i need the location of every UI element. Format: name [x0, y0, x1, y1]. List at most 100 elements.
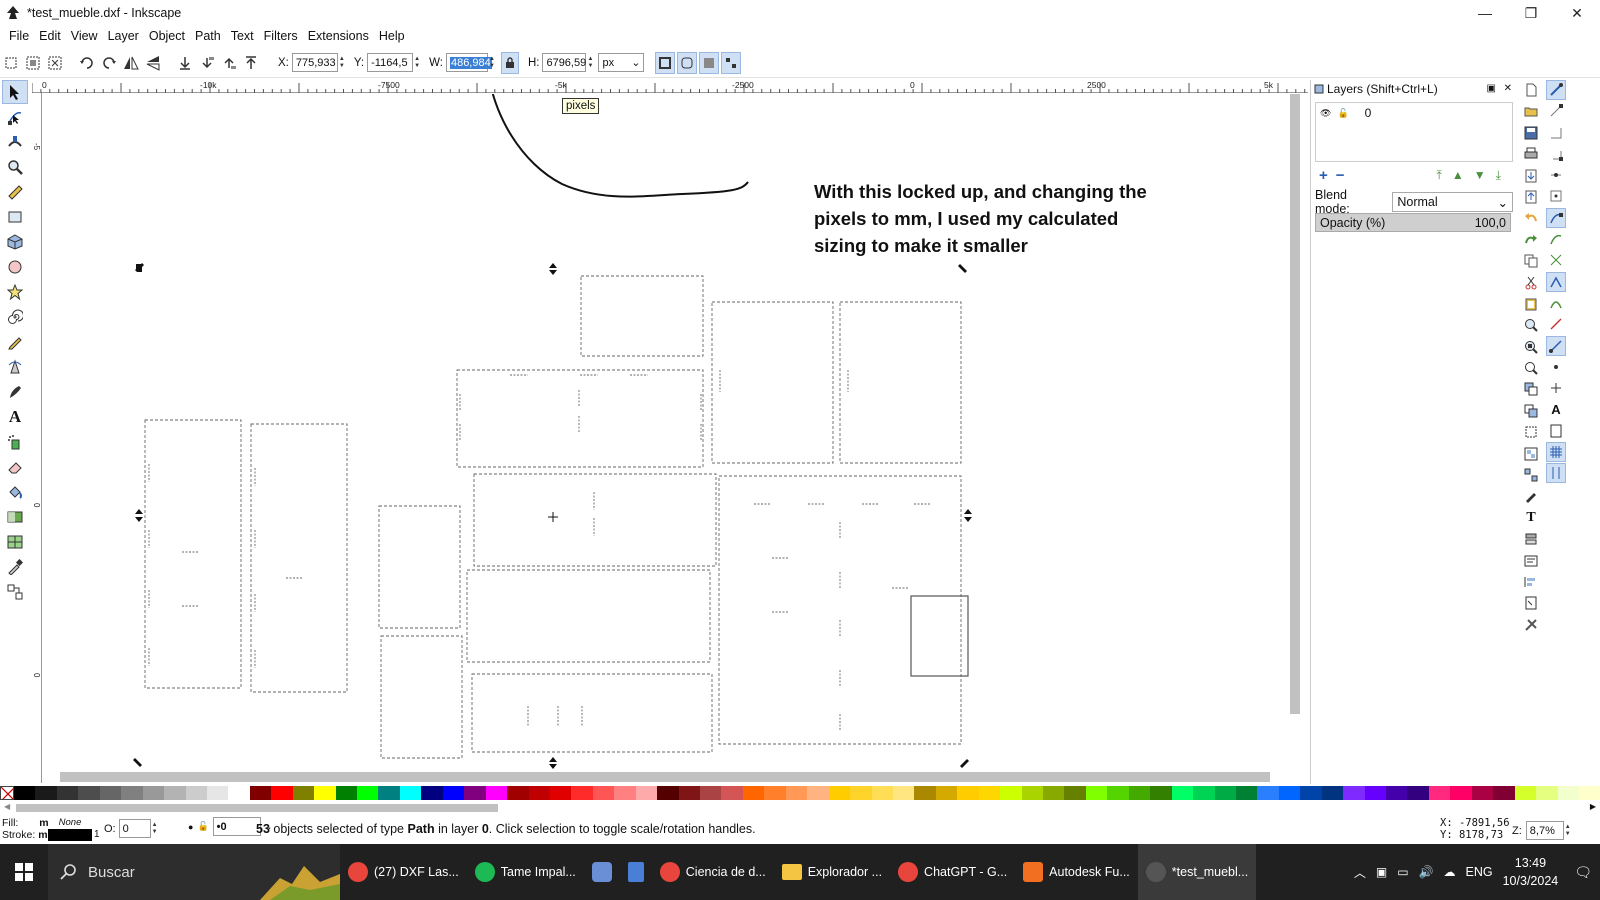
select-all-layers-icon[interactable] — [23, 53, 43, 73]
restore-button[interactable]: ❐ — [1508, 0, 1554, 26]
palette-swatch[interactable] — [635, 786, 658, 800]
menu-layer[interactable]: Layer — [103, 29, 144, 43]
height-field[interactable]: 6796,59 — [542, 53, 587, 72]
palette-swatch[interactable] — [957, 786, 979, 800]
palette-swatch[interactable] — [185, 786, 207, 800]
palette-swatch[interactable] — [807, 786, 829, 800]
menu-extensions[interactable]: Extensions — [303, 29, 374, 43]
scroll-thumb[interactable] — [1290, 94, 1300, 714]
palette-swatch[interactable] — [742, 786, 765, 800]
x-field[interactable]: 775,933 — [291, 53, 338, 72]
stroke-width-value[interactable]: 1 — [94, 829, 100, 840]
palette-swatch[interactable] — [614, 786, 636, 800]
deselect-icon[interactable] — [45, 53, 65, 73]
palette-swatch[interactable] — [1257, 786, 1279, 800]
palette-swatch[interactable] — [206, 786, 229, 800]
part-panel[interactable] — [466, 569, 711, 663]
height-spinner[interactable]: ▲ ▼ — [587, 53, 596, 72]
scroll-thumb[interactable] — [60, 772, 1270, 782]
copy-icon[interactable] — [1521, 251, 1541, 271]
open-file-icon[interactable] — [1521, 101, 1541, 121]
snap-bbox-center-icon[interactable] — [1546, 186, 1566, 206]
3d-box-tool[interactable] — [2, 230, 28, 254]
part-panel[interactable] — [718, 475, 962, 745]
part-panel[interactable] — [378, 505, 461, 629]
import-icon[interactable] — [1521, 166, 1541, 186]
eraser-tool[interactable] — [2, 455, 28, 479]
palette-swatch[interactable] — [1300, 786, 1322, 800]
palette-swatch[interactable] — [1407, 786, 1429, 800]
duplicate-icon[interactable] — [1521, 379, 1541, 399]
palette-swatch[interactable] — [1193, 786, 1215, 800]
palette-swatch[interactable] — [1514, 786, 1537, 800]
document-properties-icon[interactable] — [1521, 593, 1541, 613]
eye-icon[interactable]: 👁 — [1320, 108, 1331, 119]
raise-to-top-icon[interactable] — [241, 53, 261, 73]
palette-swatch[interactable] — [1493, 786, 1515, 800]
taskbar-app-spotify[interactable]: Tame Impal... — [467, 844, 584, 900]
flip-horizontal-icon[interactable] — [121, 53, 141, 73]
palette-swatch[interactable] — [1128, 786, 1151, 800]
menu-help[interactable]: Help — [374, 29, 410, 43]
preferences-icon[interactable] — [1521, 615, 1541, 635]
text-tool[interactable]: A — [2, 405, 28, 429]
layer-name[interactable]: 0 — [1365, 106, 1372, 120]
zoom-selection-icon[interactable] — [1521, 315, 1541, 335]
layer-to-top-icon[interactable]: ⤒ — [1437, 168, 1442, 183]
part-panel[interactable] — [456, 369, 704, 468]
onedrive-icon[interactable]: ☁ — [1444, 865, 1456, 879]
snap-nodes-icon[interactable] — [1546, 207, 1566, 228]
palette-swatch[interactable] — [657, 786, 679, 800]
spray-tool[interactable] — [2, 430, 28, 454]
palette-swatch[interactable] — [1150, 786, 1172, 800]
battery-icon[interactable]: ▭ — [1397, 865, 1408, 879]
palette-swatch[interactable] — [1107, 786, 1129, 800]
palette-swatch[interactable] — [142, 786, 165, 800]
zoom-page-icon[interactable] — [1521, 358, 1541, 378]
scale-handle[interactable] — [135, 509, 143, 522]
snap-toggle-icon[interactable] — [1546, 80, 1566, 100]
palette-swatch[interactable] — [978, 786, 1001, 800]
raise-icon[interactable] — [219, 53, 239, 73]
snap-bbox-icon[interactable] — [1546, 101, 1566, 121]
palette-swatch[interactable] — [1321, 786, 1344, 800]
x-spinner[interactable]: ▲ ▼ — [339, 53, 348, 72]
move-gradients-toggle[interactable] — [699, 51, 720, 74]
rotate-cw-icon[interactable] — [99, 53, 119, 73]
scale-corners-toggle[interactable] — [677, 51, 698, 74]
canvas-horizontal-scrollbar[interactable] — [42, 770, 1304, 784]
palette-swatch[interactable] — [228, 786, 250, 800]
select-all-icon[interactable] — [1, 53, 21, 73]
palette-swatch[interactable] — [785, 786, 808, 800]
palette-swatch[interactable] — [121, 786, 143, 800]
taskbar-search[interactable]: Buscar — [48, 844, 340, 900]
taskbar-app-explorer[interactable]: Explorador ... — [774, 844, 890, 900]
xml-editor-icon[interactable] — [1521, 551, 1541, 571]
palette-swatch[interactable] — [14, 786, 36, 800]
palette-swatch[interactable] — [271, 786, 293, 800]
snap-bbox-corner-icon[interactable] — [1546, 144, 1566, 164]
volume-icon[interactable]: 🔊 — [1419, 865, 1434, 879]
group-icon[interactable] — [1521, 444, 1541, 464]
lock-proportions-button[interactable] — [500, 51, 519, 74]
palette-swatch[interactable] — [1536, 786, 1558, 800]
remove-layer-icon[interactable]: − — [1336, 167, 1345, 184]
spiral-tool[interactable] — [2, 305, 28, 329]
opacity-slider[interactable]: Opacity (%) 100,0 — [1315, 213, 1511, 232]
save-icon[interactable] — [1521, 123, 1541, 143]
ellipse-tool[interactable] — [2, 255, 28, 279]
palette-swatch[interactable] — [99, 786, 122, 800]
connector-tool[interactable] — [2, 580, 28, 604]
scale-handle[interactable] — [549, 757, 557, 769]
rotate-ccw-icon[interactable] — [77, 53, 97, 73]
palette-swatch[interactable] — [528, 786, 550, 800]
palette-swatch[interactable] — [35, 786, 57, 800]
snap-rotation-center-icon[interactable] — [1546, 378, 1566, 398]
canvas-vertical-scrollbar[interactable] — [1288, 80, 1302, 770]
no-paint-swatch[interactable] — [0, 786, 14, 800]
zoom-spinner[interactable]: ▲ ▼ — [1565, 821, 1574, 840]
part-panel[interactable] — [473, 473, 717, 567]
scale-handle[interactable] — [133, 758, 142, 767]
panel-dock-icon[interactable]: ▣ — [1487, 83, 1496, 94]
selection-handles[interactable] — [133, 263, 972, 769]
